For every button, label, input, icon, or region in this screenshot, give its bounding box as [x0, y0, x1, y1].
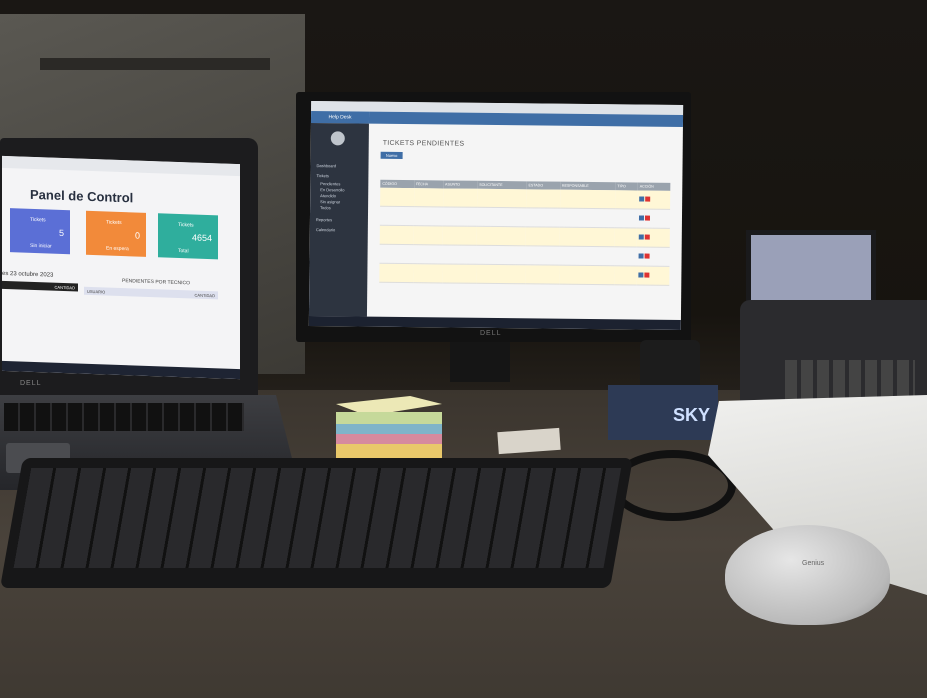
- nav-calendar[interactable]: Calendario: [316, 227, 335, 232]
- delete-icon[interactable]: [645, 253, 651, 259]
- helpdesk-sidebar: Dashboard Tickets Pendientes En Desarrol…: [308, 123, 369, 317]
- edit-icon[interactable]: [639, 215, 645, 221]
- technician-list-header: USUARIO CANTIDAD: [84, 286, 218, 300]
- nav-attended[interactable]: Atendido: [320, 193, 336, 198]
- avatar: [330, 131, 345, 146]
- nav-pending[interactable]: Pendientes: [320, 181, 340, 186]
- laptop-screen: Panel de Control Tickets 5 Sin iniciar T…: [2, 155, 240, 380]
- poster-stripe: [40, 58, 270, 70]
- desk-phone: [740, 300, 927, 410]
- nav-tickets[interactable]: Tickets: [316, 173, 329, 178]
- photo-scene: Panel de Control Tickets 5 Sin iniciar T…: [0, 0, 927, 698]
- delete-icon[interactable]: [645, 215, 651, 221]
- qty-col: CANTIDAD: [194, 292, 215, 299]
- nav-all[interactable]: Todos: [320, 205, 331, 210]
- page-title: TICKETS PENDIENTES: [382, 139, 465, 148]
- nav-in-progress[interactable]: En Desarrollo: [320, 187, 344, 192]
- speaker: [640, 340, 700, 390]
- laptop-table-header: CANTIDAD: [2, 280, 78, 292]
- user-col: USUARIO: [87, 288, 106, 295]
- mouse-brand: Genius: [802, 560, 825, 567]
- delete-icon[interactable]: [644, 272, 650, 278]
- card-sub: En espera: [106, 245, 129, 253]
- card-label: Tickets: [30, 216, 46, 224]
- desk-phone-screen: [746, 230, 876, 305]
- sky-box: SKY: [608, 385, 718, 440]
- nav-reports[interactable]: Reportes: [316, 217, 332, 222]
- keyboard-keys: [13, 468, 622, 568]
- nav-unassigned[interactable]: Sin asignar: [320, 199, 340, 204]
- new-ticket-button[interactable]: Nuevo: [380, 151, 403, 160]
- card-value: 4654: [191, 232, 212, 244]
- edit-icon[interactable]: [639, 253, 645, 259]
- sticky-notes-cube: [336, 396, 442, 462]
- keyboard: [0, 458, 633, 588]
- stat-card-total[interactable]: Tickets 4654 Total: [158, 213, 218, 260]
- edit-icon[interactable]: [638, 272, 644, 278]
- edit-icon[interactable]: [639, 196, 645, 202]
- helpdesk-brand: Help Desk: [310, 111, 370, 124]
- notes-layer-green: [336, 412, 442, 424]
- nav-dashboard[interactable]: Dashboard: [316, 163, 336, 168]
- mouse: [725, 525, 890, 625]
- paper-slip: [497, 427, 561, 455]
- notes-layer-pink: [336, 434, 442, 444]
- quantity-header: CANTIDAD: [54, 284, 75, 291]
- edit-icon[interactable]: [639, 234, 645, 240]
- card-value: 0: [134, 230, 140, 241]
- card-label: Tickets: [106, 219, 122, 227]
- laptop-keys: [4, 403, 244, 431]
- card-sub: Total: [178, 247, 189, 255]
- laptop-page-title: Panel de Control: [30, 186, 134, 206]
- table-row[interactable]: [379, 263, 670, 286]
- phone-keypad: [785, 360, 915, 400]
- tickets-table: CÓDIGO FECHA ASUNTO SOLICITANTE ESTADO R…: [379, 179, 671, 286]
- stat-card-pending[interactable]: Tickets 5 Sin iniciar: [10, 208, 70, 255]
- delete-icon[interactable]: [645, 234, 651, 240]
- col-type[interactable]: TIPO: [615, 182, 638, 191]
- helpdesk-topbar: [368, 111, 684, 127]
- monitor-screen: Help Desk Dashboard Tickets Pendientes E…: [308, 101, 684, 330]
- laptop-date-label: es 23 octubre 2023: [2, 270, 54, 279]
- card-sub: Sin iniciar: [30, 242, 52, 250]
- stat-card-waiting[interactable]: Tickets 0 En espera: [86, 210, 146, 257]
- notes-layer-blue: [336, 424, 442, 434]
- technician-list-title: PENDIENTES POR TECNICO: [122, 278, 190, 287]
- delete-icon[interactable]: [645, 196, 651, 202]
- card-value: 5: [58, 227, 64, 239]
- monitor-brand: DELL: [480, 330, 502, 337]
- monitor-stand: [450, 342, 510, 382]
- card-label: Tickets: [178, 221, 194, 229]
- laptop-brand: DELL: [20, 380, 42, 387]
